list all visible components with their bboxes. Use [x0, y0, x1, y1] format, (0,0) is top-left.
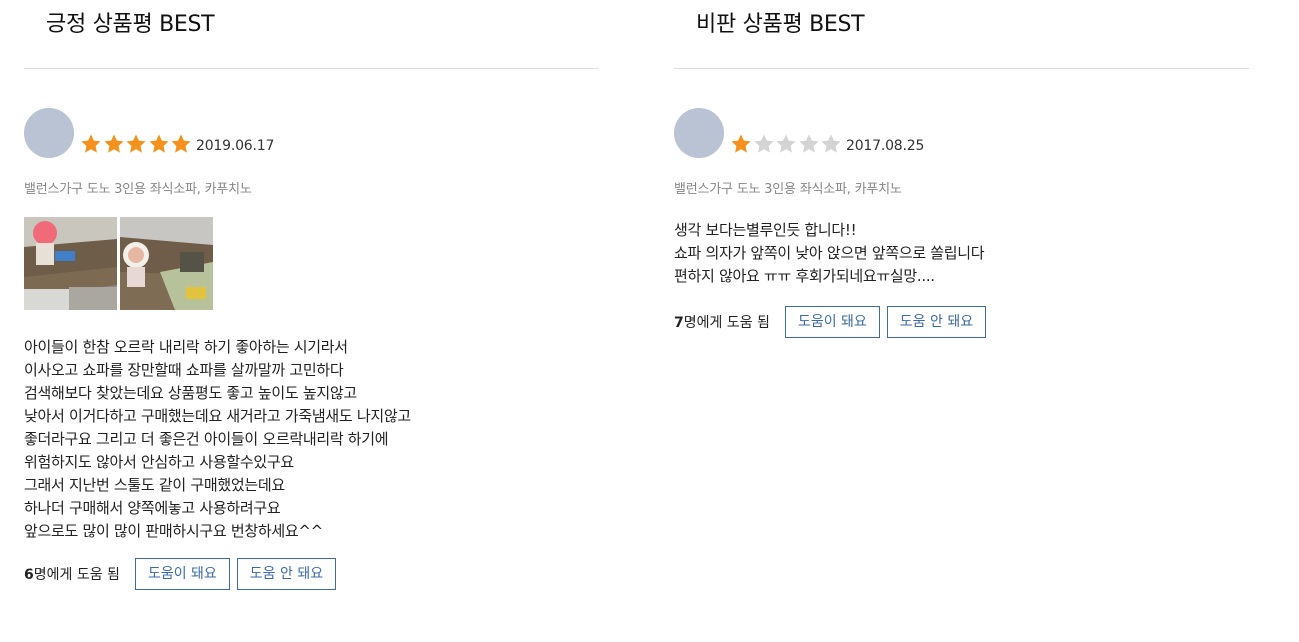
review-text-line: 검색해보다 찾았는데요 상품평도 좋고 높이도 높지않고 [24, 384, 357, 402]
review-text-line: 아이들이 한참 오르락 내리락 하기 좋아하는 시기라서 [24, 338, 348, 356]
star-filled-icon [730, 133, 753, 155]
avatar [24, 108, 74, 158]
avatar [674, 108, 724, 158]
user-avatar-icon [674, 108, 724, 158]
helpful-yes-button[interactable]: 도움이 돼요 [134, 558, 230, 590]
helpful-count: 6명에게 도움 됨 [24, 564, 120, 584]
star-empty-icon [820, 133, 843, 155]
helpful-row: 7명에게 도움 됨 도움이 돼요 도움 안 돼요 [674, 306, 993, 338]
helpful-label: 명에게 도움 됨 [33, 567, 120, 583]
divider [674, 68, 1249, 69]
star-filled-icon [148, 133, 171, 155]
photo-thumbnail-icon [120, 217, 213, 310]
review-text-line: 앞으로도 많이 많이 판매하시구요 번창하세요^^ [24, 522, 323, 540]
review-text: 아이들이 한참 오르락 내리락 하기 좋아하는 시기라서이사오고 쇼파를 장만할… [24, 336, 411, 543]
star-rating [80, 133, 193, 155]
helpful-no-button[interactable]: 도움 안 돼요 [236, 558, 337, 590]
review-date: 2019.06.17 [196, 138, 275, 154]
review-text-line: 생각 보다는별루인듯 합니다!! [674, 221, 857, 239]
helpful-row: 6명에게 도움 됨 도움이 돼요 도움 안 돼요 [24, 558, 343, 590]
star-empty-icon [798, 133, 821, 155]
helpful-no-button[interactable]: 도움 안 돼요 [886, 306, 987, 338]
review-text-line: 쇼파 의자가 앞쪽이 낮아 앉으면 앞쪽으로 쏠립니다 [674, 244, 985, 262]
review-text-line: 좋더라구요 그리고 더 좋은건 아이들이 오르락내리락 하기에 [24, 430, 389, 448]
star-filled-icon [80, 133, 103, 155]
critical-reviews-title: 비판 상품평 BEST [696, 12, 865, 37]
review-text-line: 이사오고 쇼파를 장만할때 쇼파를 살까말까 고민하다 [24, 361, 344, 379]
review-date: 2017.08.25 [846, 138, 925, 154]
review-photos [24, 217, 213, 310]
helpful-yes-button[interactable]: 도움이 돼요 [784, 306, 880, 338]
review-meta: 2017.08.25 [674, 108, 1249, 160]
review-text-line: 하나더 구매해서 양쪽에놓고 사용하려구요 [24, 499, 281, 517]
star-filled-icon [125, 133, 148, 155]
review-photo[interactable] [24, 217, 117, 310]
review-text-line: 편하지 않아요 ㅠㅠ 후회가되네요ㅠ실망.... [674, 267, 935, 285]
product-option: 밸런스가구 도노 3인용 좌식소파, 카푸치노 [674, 182, 902, 197]
review-text-line: 위험하지도 않아서 안심하고 사용할수있구요 [24, 453, 294, 471]
star-empty-icon [775, 133, 798, 155]
divider [24, 68, 599, 69]
user-avatar-icon [24, 108, 74, 158]
review-photo[interactable] [120, 217, 213, 310]
review-text: 생각 보다는별루인듯 합니다!! 쇼파 의자가 앞쪽이 낮아 앉으면 앞쪽으로 쏠… [674, 219, 985, 288]
photo-thumbnail-icon [24, 217, 117, 310]
helpful-count: 7명에게 도움 됨 [674, 312, 770, 332]
star-empty-icon [753, 133, 776, 155]
helpful-label: 명에게 도움 됨 [683, 315, 770, 331]
review-text-line: 그래서 지난번 스툴도 같이 구매했었는데요 [24, 476, 285, 494]
positive-reviews-title: 긍정 상품평 BEST [46, 12, 215, 37]
helpful-number: 6 [24, 567, 34, 583]
star-rating [730, 133, 843, 155]
review-meta: 2019.06.17 [24, 108, 599, 160]
product-option: 밸런스가구 도노 3인용 좌식소파, 카푸치노 [24, 182, 252, 197]
helpful-number: 7 [674, 315, 684, 331]
review-text-line: 낮아서 이거다하고 구매했는데요 새거라고 가죽냄새도 나지않고 [24, 407, 411, 425]
star-filled-icon [170, 133, 193, 155]
star-filled-icon [103, 133, 126, 155]
